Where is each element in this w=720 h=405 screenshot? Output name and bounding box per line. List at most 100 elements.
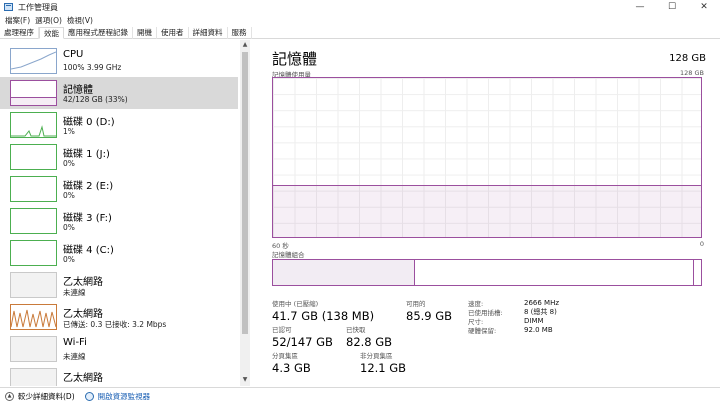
- menu-view[interactable]: 檢視(V): [67, 15, 93, 26]
- sidebar-item-label: 磁碟 4 (C:): [63, 245, 114, 256]
- sidebar-item-value: 1%: [63, 127, 75, 136]
- spec-hardware-reserved: 硬體保留: 92.0 MB: [468, 325, 559, 335]
- tab-processes[interactable]: 處理程序: [0, 27, 39, 39]
- menu-file[interactable]: 檔案(F): [5, 15, 30, 26]
- sidebar-item-label: 磁碟 0 (D:): [63, 117, 115, 128]
- close-button[interactable]: ✕: [688, 0, 720, 14]
- tab-performance[interactable]: 效能: [39, 27, 64, 39]
- disk-thumbnail-graph: [10, 144, 57, 170]
- sidebar-item-value: 0%: [63, 223, 75, 232]
- window-controls: — ☐ ✕: [624, 0, 720, 14]
- sidebar-item-disk0[interactable]: 磁碟 0 (D:) 1%: [0, 109, 238, 141]
- maximize-button[interactable]: ☐: [656, 0, 688, 14]
- stat-value: 85.9 GB: [406, 309, 453, 323]
- graph-min-label: 0: [699, 240, 704, 248]
- scroll-up-icon[interactable]: ▲: [240, 41, 250, 50]
- sidebar-item-ethernet[interactable]: 乙太網路: [0, 365, 238, 386]
- sidebar-item-value: 0%: [63, 255, 75, 264]
- stat-in-use: 使用中 (已壓縮) 41.7 GB (138 MB): [272, 298, 374, 323]
- sidebar-scrollbar[interactable]: ▲ ▼: [240, 40, 250, 386]
- stat-label: 可用的: [406, 300, 426, 308]
- graph-max-label: 128 GB: [680, 69, 704, 77]
- stat-label: 非分頁集區: [360, 352, 393, 360]
- sidebar-item-label: Wi-Fi: [63, 337, 87, 348]
- performance-sidebar: CPU 100% 3.99 GHz 記憶體 42/128 GB (33%) 磁碟…: [0, 40, 238, 386]
- network-thumbnail-graph: [10, 368, 57, 386]
- sidebar-item-disk2[interactable]: 磁碟 2 (E:) 0%: [0, 173, 238, 205]
- memory-thumbnail-graph: [10, 80, 57, 106]
- sidebar-item-value: 0%: [63, 159, 75, 168]
- sidebar-item-value: 未連線: [63, 288, 86, 297]
- stat-available: 可用的 85.9 GB: [406, 298, 452, 323]
- sidebar-item-label: 乙太網路: [63, 373, 103, 384]
- sidebar-item-value: 已傳送: 0.3 已接收: 3.2 Mbps: [63, 320, 167, 329]
- sidebar-item-label: 記憶體: [63, 85, 93, 96]
- disk-thumbnail-graph: [10, 112, 57, 138]
- sidebar-item-ethernet[interactable]: 乙太網路 未連線: [0, 269, 238, 301]
- total-memory: 128 GB: [669, 53, 706, 64]
- stat-value: 12.1 GB: [360, 361, 407, 375]
- sidebar-item-wifi[interactable]: Wi-Fi 未連線: [0, 333, 238, 365]
- disk-thumbnail-graph: [10, 208, 57, 234]
- network-thumbnail-graph: [10, 336, 57, 362]
- sidebar-item-label: 磁碟 2 (E:): [63, 181, 114, 192]
- spec-value: DIMM: [524, 316, 544, 325]
- sidebar-item-label: 乙太網路: [63, 277, 103, 288]
- sidebar-item-value: 0%: [63, 191, 75, 200]
- sidebar-item-cpu[interactable]: CPU 100% 3.99 GHz: [0, 45, 238, 77]
- menu-bar: 檔案(F) 選項(O) 檢視(V): [0, 14, 93, 26]
- network-thumbnail-graph: [10, 272, 57, 298]
- spec-value: 92.0 MB: [524, 325, 553, 334]
- tab-app-history[interactable]: 應用程式歷程記錄: [64, 27, 133, 39]
- spec-value: 8 (總共 8): [524, 307, 557, 316]
- stat-value: 52/147 GB: [272, 335, 333, 349]
- spec-value: 2666 MHz: [524, 298, 560, 307]
- memory-usage-graph: [272, 77, 702, 238]
- composition-modified: [273, 260, 415, 285]
- sidebar-item-disk1[interactable]: 磁碟 1 (J:) 0%: [0, 141, 238, 173]
- sidebar-item-value: 100% 3.99 GHz: [63, 63, 122, 72]
- composition-label: 記憶體組合: [272, 251, 305, 259]
- status-footer: ▲ 較少詳細資料(D) 開啟資源監視器: [0, 387, 720, 405]
- chevron-up-icon[interactable]: ▲: [5, 392, 14, 401]
- open-resource-monitor-link[interactable]: 開啟資源監視器: [98, 391, 151, 402]
- sidebar-item-memory[interactable]: 記憶體 42/128 GB (33%): [0, 77, 238, 109]
- spec-key: 硬體保留:: [468, 326, 497, 335]
- stat-value: 82.8 GB: [346, 335, 393, 349]
- stat-label: 已快取: [346, 326, 366, 334]
- stat-label: 已認可: [272, 326, 292, 334]
- sidebar-item-ethernet[interactable]: 乙太網路 已傳送: 0.3 已接收: 3.2 Mbps: [0, 301, 238, 333]
- sidebar-item-value: 未連線: [63, 352, 86, 361]
- memory-composition-bar: [272, 259, 702, 286]
- stat-committed: 已認可 52/147 GB: [272, 324, 333, 349]
- scroll-down-icon[interactable]: ▼: [240, 376, 250, 385]
- task-manager-icon: [4, 3, 13, 11]
- stat-label: 分頁集區: [272, 352, 298, 360]
- title-bar: 工作管理員 — ☐ ✕: [0, 0, 720, 14]
- disk-thumbnail-graph: [10, 176, 57, 202]
- sidebar-item-disk4[interactable]: 磁碟 4 (C:) 0%: [0, 237, 238, 269]
- sidebar-item-disk3[interactable]: 磁碟 3 (F:) 0%: [0, 205, 238, 237]
- minimize-button[interactable]: —: [624, 0, 656, 14]
- resource-monitor-icon[interactable]: [84, 392, 94, 401]
- scrollbar-thumb[interactable]: [242, 52, 248, 334]
- tab-services[interactable]: 服務: [228, 27, 252, 39]
- tab-bar: 處理程序 效能 應用程式歷程記錄 開機 使用者 詳細資料 服務: [0, 27, 720, 39]
- memory-specs: 速度: 2666 MHz 已使用插槽: 8 (總共 8) 尺寸: DIMM 硬體…: [468, 298, 560, 335]
- disk-thumbnail-graph: [10, 240, 57, 266]
- stat-value: 41.7 GB (138 MB): [272, 309, 375, 323]
- sidebar-item-label: 磁碟 3 (F:): [63, 213, 112, 224]
- page-title: 記憶體: [272, 50, 318, 68]
- sidebar-item-label: CPU: [63, 49, 84, 60]
- window-title: 工作管理員: [18, 2, 58, 12]
- tab-details[interactable]: 詳細資料: [189, 27, 228, 39]
- network-thumbnail-graph: [10, 304, 57, 330]
- menu-options[interactable]: 選項(O): [35, 15, 62, 26]
- tab-users[interactable]: 使用者: [157, 27, 189, 39]
- tab-startup[interactable]: 開機: [133, 27, 157, 39]
- sidebar-item-label: 磁碟 1 (J:): [63, 149, 110, 160]
- sidebar-item-value: 42/128 GB (33%): [63, 95, 128, 104]
- less-details-link[interactable]: 較少詳細資料(D): [18, 391, 75, 402]
- composition-standby: [415, 260, 694, 285]
- memory-usage-area: [273, 184, 701, 237]
